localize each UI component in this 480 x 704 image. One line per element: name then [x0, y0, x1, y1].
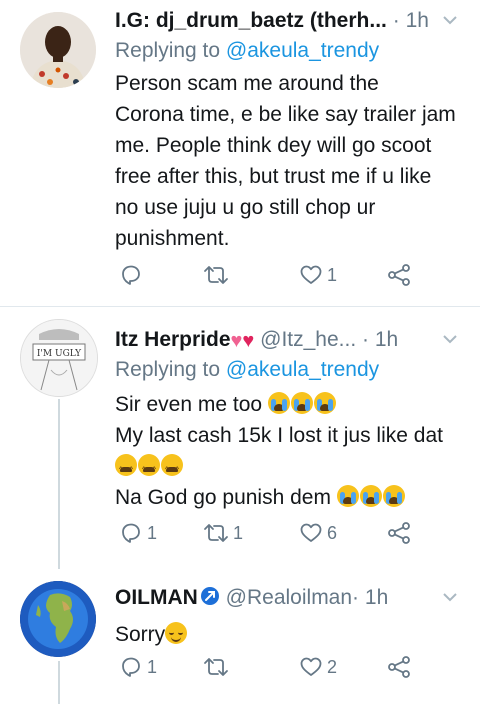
avatar-sign-text: I'M UGLY [37, 349, 82, 359]
like-button[interactable]: 6 [299, 519, 337, 547]
tweet-actions: 1 [115, 261, 415, 289]
replying-label: Replying to [115, 358, 221, 381]
reply-icon [122, 523, 140, 543]
timestamp[interactable]: 1h [365, 586, 388, 609]
crying-face-emoji [382, 485, 405, 507]
like-icon [300, 657, 322, 676]
tweet-actions: 1 2 [115, 653, 415, 681]
author-name[interactable]: Itz Herpride [115, 328, 231, 351]
like-count: 2 [327, 656, 338, 677]
mention-link[interactable]: @akeula_trendy [226, 358, 379, 381]
text-line: Sorry [115, 619, 466, 650]
author-name[interactable]: OILMAN [115, 586, 198, 609]
tweet-text: Person scam me around the Corona time, e… [115, 68, 466, 254]
text-line: Person scam me around the [115, 72, 379, 95]
chevron-down-icon[interactable] [442, 12, 458, 28]
reply-count: 1 [147, 656, 158, 677]
crying-face-emoji [267, 392, 290, 414]
text-line: My last cash 15k I lost it jus like dat [115, 424, 443, 447]
text-line: Sir even me too [115, 389, 466, 420]
tweet-3[interactable]: OILMAN @Realoilman· 1h Sorry 1 2 [0, 569, 480, 704]
replying-to: Replying to @akeula_trendy [115, 355, 466, 385]
tweet-actions: 1 1 6 [115, 519, 415, 547]
text-line: Corona time, e be like say trailer jam [115, 103, 456, 126]
replying-to: Replying to @akeula_trendy [115, 36, 466, 66]
crying-face-emoji [336, 485, 359, 507]
reply-icon [122, 265, 140, 285]
retweet-icon [204, 658, 228, 676]
like-icon [300, 265, 322, 284]
retweet-button[interactable]: 1 [203, 519, 243, 547]
text-line: free after this, but trust me if u like [115, 165, 432, 188]
reply-count: 1 [147, 522, 158, 543]
timestamp[interactable]: 1h [375, 328, 398, 351]
text-line: punishment. [115, 227, 230, 250]
like-icon [300, 523, 322, 542]
reply-button[interactable]: 1 [119, 653, 157, 681]
chevron-down-icon[interactable] [442, 589, 458, 605]
tweet-text: Sir even me too My last cash 15k I lost … [115, 389, 466, 513]
tweet-text: Sorry [115, 619, 466, 650]
text-line: me. People think dey will go scoot [115, 134, 432, 157]
share-icon [388, 522, 410, 544]
reply-button[interactable]: 1 [119, 519, 157, 547]
avatar[interactable] [20, 12, 96, 88]
share-icon [388, 656, 410, 678]
chevron-down-icon[interactable] [442, 331, 458, 347]
share-icon [388, 264, 410, 286]
weary-face-emoji [138, 454, 160, 487]
timestamp[interactable]: 1h [406, 9, 429, 32]
retweet-button[interactable] [203, 653, 233, 681]
like-button[interactable]: 1 [299, 261, 337, 289]
weary-face-emoji [161, 454, 183, 487]
text-line: no use juju u go still chop ur [115, 196, 376, 219]
like-button[interactable]: 2 [299, 653, 337, 681]
thread-connector [58, 661, 60, 704]
crying-face-emoji [359, 485, 382, 507]
share-button[interactable] [387, 653, 411, 681]
tweet-header: Itz Herpride♥♥ @Itz_he... · 1h [115, 325, 466, 355]
retweet-icon [204, 266, 228, 284]
separator-dot: · [352, 586, 360, 609]
reply-button[interactable] [119, 261, 147, 289]
replying-label: Replying to [115, 39, 221, 62]
tweet-header: I.G: dj_drum_baetz (therh... · 1h [115, 6, 466, 36]
red-heart-emoji: ♥ [242, 330, 255, 352]
share-button[interactable] [387, 261, 411, 289]
thread-connector [58, 399, 60, 569]
avatar[interactable] [20, 581, 96, 657]
reply-icon [122, 657, 140, 677]
text-line [115, 451, 466, 487]
separator-dot: · [362, 328, 369, 351]
tweet-1[interactable]: I.G: dj_drum_baetz (therh... · 1h Replyi… [0, 0, 480, 306]
share-button[interactable] [387, 519, 411, 547]
relieved-face-emoji [165, 622, 188, 644]
separator-dot: · [392, 9, 400, 32]
retweet-button[interactable] [203, 261, 233, 289]
like-count: 1 [327, 264, 338, 285]
avatar[interactable]: I'M UGLY [20, 319, 98, 397]
weary-face-emoji [115, 454, 137, 487]
tweet-2[interactable]: I'M UGLY Itz Herpride♥♥ @Itz_he... · 1h … [0, 307, 480, 569]
sparkling-heart-emoji: ♥ [230, 330, 243, 352]
retweet-count: 1 [233, 522, 244, 543]
retweet-icon [204, 524, 228, 542]
like-count: 6 [327, 522, 338, 543]
author-handle[interactable]: @Itz_he... [260, 328, 356, 351]
tweet-header: OILMAN @Realoilman· 1h [115, 583, 466, 613]
crying-face-emoji [313, 392, 336, 414]
author-handle[interactable]: @Realoilman [226, 586, 352, 609]
crying-face-emoji [290, 392, 313, 414]
verified-arrow-icon [200, 587, 219, 605]
mention-link[interactable]: @akeula_trendy [226, 39, 379, 62]
author-name[interactable]: I.G: dj_drum_baetz (therh... [115, 9, 387, 32]
